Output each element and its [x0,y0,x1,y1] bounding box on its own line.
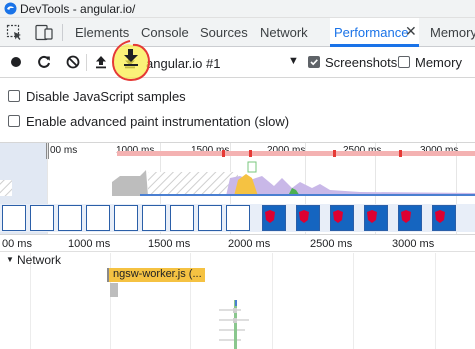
chevron-down-icon[interactable]: ▼ [288,55,299,67]
network-track-header[interactable]: Network [17,253,61,267]
system-activity-area [112,170,148,196]
screenshot-frame[interactable] [198,205,222,231]
disable-js-samples-label[interactable]: Disable JavaScript samples [26,89,186,104]
tab-performance[interactable]: Performance [334,25,408,40]
timeline-tick-label: 2000 ms [228,238,271,250]
long-task-marker [249,150,252,157]
window-title: DevTools - angular.io/ [20,2,136,16]
network-request-cluster [219,300,249,349]
timeline-gridline [435,253,436,349]
upload-icon[interactable] [92,53,110,71]
memory-checkbox[interactable] [398,56,410,68]
toolbar-divider [86,54,87,71]
setting-advanced-paint: Enable advanced paint instrumentation (s… [0,109,475,134]
timeline-tick-label: 1000 ms [68,238,111,250]
network-expand-triangle-icon[interactable]: ▼ [6,255,14,264]
screenshot-frame[interactable] [2,205,26,231]
long-tasks-bar [117,151,475,156]
network-request-label: ngsw-worker.js (... [113,268,202,280]
rendering-activity-area [226,176,475,196]
advanced-paint-checkbox[interactable] [8,115,20,127]
devtools-tabbar: Elements Console Sources Network Perform… [0,18,475,47]
profile-select[interactable]: angular.io #1 [146,56,220,71]
cpu-activity-chart [0,161,475,196]
annotation-highlight-circle [111,40,151,82]
long-task-marker [333,150,336,157]
screenshot-frame[interactable] [226,205,250,231]
window-titlebar: DevTools - angular.io/ [0,0,475,18]
tab-memory[interactable]: Memory [430,25,475,40]
advanced-paint-label[interactable]: Enable advanced paint instrumentation (s… [26,114,289,129]
timeline-gridline [353,253,354,349]
long-task-marker [222,150,225,157]
timeline-tick-label: 3000 ms [392,238,435,250]
screenshot-frame[interactable] [170,205,194,231]
idle-hatch-region [0,180,12,196]
timeline-tick-label: 00 ms [2,238,32,250]
screenshot-frame[interactable] [86,205,110,231]
screenshot-frame[interactable] [30,205,54,231]
fcp-marker [247,161,257,173]
checkmark-icon [310,59,318,66]
edge-browser-icon [4,2,17,15]
overview-tick-label: 00 ms [50,145,78,156]
network-request-wait [110,283,118,297]
timeline-gridline [272,253,273,349]
screenshot-frame[interactable] [142,205,166,231]
idle-hatch-region [148,172,238,196]
inspect-element-icon[interactable] [6,24,23,41]
timeline-gridline [30,253,31,349]
clear-icon[interactable] [64,53,82,71]
timeline-ruler: 00 ms 1000 ms 1500 ms 2000 ms 2500 ms 30… [0,234,475,252]
screenshots-checkbox[interactable] [308,56,320,68]
device-toolbar-icon[interactable] [35,24,53,41]
timeline-tick-label: 1500 ms [148,238,191,250]
disable-js-samples-checkbox[interactable] [8,90,20,102]
record-icon[interactable] [7,53,25,71]
close-tab-icon[interactable]: ✕ [405,23,417,40]
performance-toolbar: angular.io #1 ▼ Screenshots Memory [0,47,475,78]
screenshots-label[interactable]: Screenshots [325,55,397,70]
memory-label[interactable]: Memory [415,55,462,70]
long-task-marker [399,150,402,157]
setting-disable-js-samples: Disable JavaScript samples [0,84,475,109]
tab-network[interactable]: Network [260,25,308,40]
angular-logo-icon [265,210,445,223]
screenshot-frame[interactable] [58,205,82,231]
screenshot-frame[interactable] [114,205,138,231]
tabbar-divider [62,24,63,41]
tab-sources[interactable]: Sources [200,25,248,40]
reload-icon[interactable] [35,53,53,71]
timeline-tick-label: 2500 ms [310,238,353,250]
